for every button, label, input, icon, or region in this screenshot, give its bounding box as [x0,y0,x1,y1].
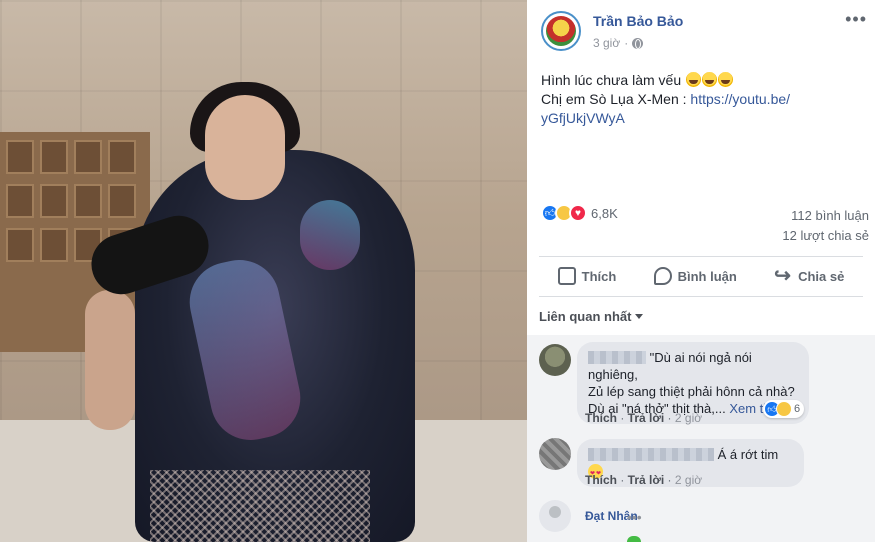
like-icon [557,267,576,285]
comment-text: Zủ lép sang thiệt phải hônn cả nhà? [588,384,795,399]
more-icon[interactable]: ••• [845,10,867,28]
rofl-emoji-icon [686,72,701,87]
action-bar: Thích Bình luận Chia sẻ [539,258,863,294]
reply-sticker-icon [627,536,641,542]
share-icon [774,263,792,288]
comment-like-link[interactable]: Thích [585,473,617,487]
comment-time[interactable]: 2 giờ [675,411,702,425]
reaction-count: 6,8K [591,205,618,221]
love-reaction-icon: ♥ [569,204,587,222]
commenter-avatar[interactable] [539,344,571,376]
author-name[interactable]: Trần Bảo Bảo [593,13,683,29]
post-text: Hình lúc chưa làm vếu Chị em Sò Lụa X-Me… [541,71,861,128]
photo-face [205,95,285,200]
post-link-continued[interactable]: yGfjUkjVWyA [541,110,625,126]
photo-fishnet [150,470,370,542]
like-label: Thích [581,268,617,284]
caret-down-icon [635,314,644,319]
globe-icon[interactable] [632,37,644,49]
haha-reaction-icon [776,401,792,417]
commenter-avatar[interactable] [539,438,571,470]
reaction-summary[interactable]: 👍︎ ♥ 6,8K [541,204,618,222]
comment-reaction-count: 6 [794,403,801,415]
post-link[interactable]: https://youtu.be/ [690,91,790,107]
rofl-emoji-icon [718,72,733,87]
sort-label: Liên quan nhất [539,309,632,324]
commenter-name-blurred[interactable] [588,448,714,461]
comment-actions: Thích · Trả lời · 2 giờ [585,473,703,487]
comment-time[interactable]: 2 giờ [675,473,702,487]
comment-reactions[interactable]: 👍︎ 6 [763,400,805,418]
more-icon[interactable]: ••• [627,509,642,525]
replier-avatar[interactable] [539,500,571,532]
post-photo[interactable] [0,0,527,542]
comment-like-link[interactable]: Thích [585,411,617,425]
divider [539,256,863,257]
photo-arm [85,290,135,430]
comment-label: Bình luận [677,268,737,284]
comment-reply-link[interactable]: Trả lời [628,411,665,425]
comment-count[interactable]: 112 bình luận [791,208,869,223]
comment-text: Á á rớt tim [717,447,779,462]
comment-icon [653,267,672,285]
comment-sort-dropdown[interactable]: Liên quan nhất [539,309,644,324]
post-text-line1: Hình lúc chưa làm vếu [541,72,682,88]
like-button[interactable]: Thích [557,267,617,285]
comment-button[interactable]: Bình luận [653,267,737,285]
post-meta: 3 giờ · [593,36,644,50]
photo-sleeve-sheen [300,200,360,270]
share-count[interactable]: 12 lượt chia sẻ [782,228,869,243]
post-text-line2: Chị em Sò Lụa X-Men : [541,91,691,107]
post-panel: Trần Bảo Bảo 3 giờ · ••• Hình lúc chưa l… [527,0,875,542]
comment-actions: Thích · Trả lời · 2 giờ [585,411,703,425]
divider [539,296,863,297]
rofl-emoji-icon [702,72,717,87]
commenter-name-blurred[interactable] [588,351,646,364]
comment-reply-link[interactable]: Trả lời [628,473,665,487]
author-avatar[interactable] [541,11,581,51]
share-button[interactable]: Chia sẻ [774,263,845,288]
post-time[interactable]: 3 giờ [593,36,620,50]
share-label: Chia sẻ [798,268,845,284]
